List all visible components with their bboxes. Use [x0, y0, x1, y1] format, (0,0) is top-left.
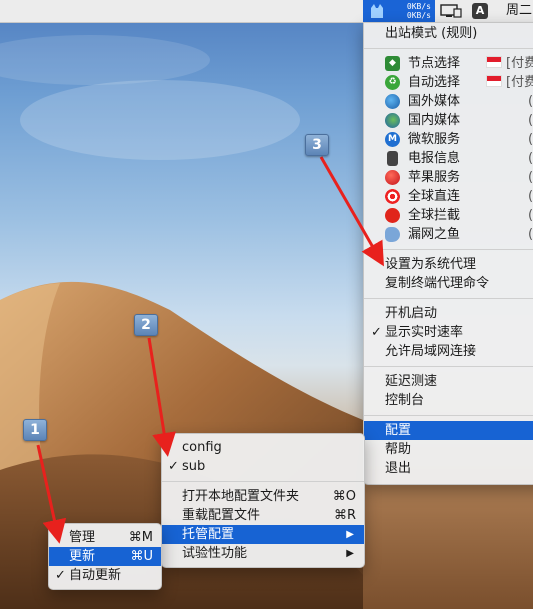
arrow-3 [319, 156, 384, 267]
arrow-1 [36, 444, 67, 544]
annotation-arrows [36, 156, 384, 544]
step-badge-1: 1 [23, 419, 47, 441]
arrow-2 [147, 337, 176, 457]
step-badge-2: 2 [134, 314, 158, 336]
step-badge-3: 3 [305, 134, 329, 156]
